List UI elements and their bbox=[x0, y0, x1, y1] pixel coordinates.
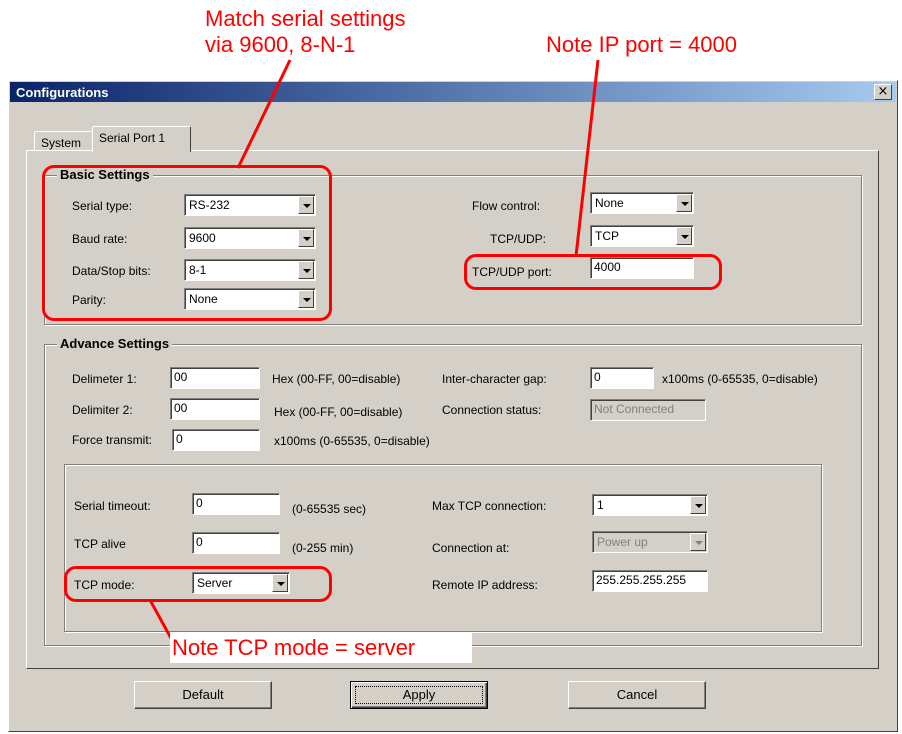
baud-rate-value: 9600 bbox=[189, 231, 216, 245]
connection-status-field: Not Connected bbox=[590, 399, 706, 421]
annotation-ip-port: Note IP port = 4000 bbox=[546, 32, 738, 57]
data-stop-bits-value: 8-1 bbox=[189, 263, 207, 277]
tcp-udp-label: TCP/UDP: bbox=[490, 232, 547, 246]
default-button[interactable]: Default bbox=[134, 681, 272, 709]
data-stop-bits-label: Data/Stop bits: bbox=[72, 264, 151, 278]
tab-serial-port-1[interactable]: Serial Port 1 bbox=[92, 126, 191, 152]
chevron-down-icon[interactable] bbox=[272, 574, 288, 592]
parity-value: None bbox=[189, 292, 218, 306]
connection-at-value: Power up bbox=[597, 535, 648, 549]
delimiter-2-label: Delimiter 2: bbox=[72, 403, 133, 417]
chevron-down-icon[interactable] bbox=[676, 194, 692, 212]
connection-at-select: Power up bbox=[592, 531, 708, 553]
basic-settings-group bbox=[44, 175, 862, 325]
inter-character-gap-hint: x100ms (0-65535, 0=disable) bbox=[662, 372, 818, 386]
focus-rect bbox=[355, 686, 483, 704]
inter-character-gap-label: Inter-character gap: bbox=[442, 372, 547, 386]
force-transmit-hint: x100ms (0-65535, 0=disable) bbox=[274, 434, 430, 448]
cancel-button[interactable]: Cancel bbox=[568, 681, 706, 709]
force-transmit-input[interactable]: 0 bbox=[172, 429, 260, 451]
annotation-serial-line2: via 9600, 8-N-1 bbox=[205, 32, 356, 57]
serial-type-value: RS-232 bbox=[189, 198, 230, 212]
basic-settings-title: Basic Settings bbox=[57, 167, 153, 182]
serial-type-label: Serial type: bbox=[72, 199, 133, 213]
baud-rate-select[interactable]: 9600 bbox=[184, 227, 316, 249]
max-tcp-connection-value: 1 bbox=[597, 498, 604, 512]
inter-character-gap-input[interactable]: 0 bbox=[590, 367, 654, 389]
serial-timeout-label: Serial timeout: bbox=[74, 499, 151, 513]
chevron-down-icon[interactable] bbox=[298, 229, 314, 247]
chevron-down-icon bbox=[690, 533, 706, 551]
flow-control-select[interactable]: None bbox=[590, 192, 694, 214]
remote-ip-input[interactable]: 255.255.255.255 bbox=[592, 570, 708, 592]
serial-timeout-hint: (0-65535 sec) bbox=[292, 502, 367, 516]
flow-control-value: None bbox=[595, 196, 624, 210]
connection-at-label: Connection at: bbox=[432, 541, 510, 555]
chevron-down-icon[interactable] bbox=[676, 227, 692, 245]
delimiter-2-hint: Hex (00-FF, 00=disable) bbox=[274, 405, 403, 419]
tcp-mode-label: TCP mode: bbox=[74, 578, 135, 592]
force-transmit-label: Force transmit: bbox=[72, 433, 153, 447]
tcp-udp-select[interactable]: TCP bbox=[590, 225, 694, 247]
connection-status-label: Connection status: bbox=[442, 403, 542, 417]
data-stop-bits-select[interactable]: 8-1 bbox=[184, 259, 316, 281]
tcp-udp-value: TCP bbox=[595, 229, 619, 243]
parity-select[interactable]: None bbox=[184, 288, 316, 310]
flow-control-label: Flow control: bbox=[472, 199, 541, 213]
tcp-alive-label: TCP alive bbox=[74, 537, 126, 551]
chevron-down-icon[interactable] bbox=[690, 496, 706, 514]
max-tcp-connection-label: Max TCP connection: bbox=[432, 499, 547, 513]
close-icon[interactable]: × bbox=[874, 84, 892, 100]
annotation-serial-line1: Match serial settings bbox=[205, 6, 406, 31]
advance-settings-title: Advance Settings bbox=[57, 336, 173, 351]
serial-type-select[interactable]: RS-232 bbox=[184, 194, 316, 216]
delimiter-1-label: Delimeter 1: bbox=[72, 372, 137, 386]
tcp-udp-port-input[interactable]: 4000 bbox=[590, 257, 694, 279]
annotation-tcp-mode: Note TCP mode = server bbox=[172, 635, 416, 660]
serial-timeout-input[interactable]: 0 bbox=[192, 493, 280, 515]
delimiter-2-input[interactable]: 00 bbox=[170, 398, 260, 420]
delimiter-1-input[interactable]: 00 bbox=[170, 367, 260, 389]
tcp-alive-hint: (0-255 min) bbox=[292, 541, 354, 555]
chevron-down-icon[interactable] bbox=[298, 261, 314, 279]
chevron-down-icon[interactable] bbox=[298, 196, 314, 214]
window-title: Configurations bbox=[16, 85, 109, 100]
remote-ip-label: Remote IP address: bbox=[432, 578, 538, 592]
title-bar[interactable]: Configurations × bbox=[10, 82, 896, 102]
parity-label: Parity: bbox=[72, 293, 107, 307]
apply-button[interactable]: Apply bbox=[350, 681, 488, 709]
delimiter-1-hint: Hex (00-FF, 00=disable) bbox=[272, 372, 401, 386]
tcp-mode-value: Server bbox=[197, 576, 233, 590]
tcp-alive-input[interactable]: 0 bbox=[192, 532, 280, 554]
max-tcp-connection-select[interactable]: 1 bbox=[592, 494, 708, 516]
chevron-down-icon[interactable] bbox=[298, 290, 314, 308]
tcp-udp-port-label: TCP/UDP port: bbox=[472, 265, 552, 279]
tcp-mode-select[interactable]: Server bbox=[192, 572, 290, 594]
baud-rate-label: Baud rate: bbox=[72, 232, 128, 246]
